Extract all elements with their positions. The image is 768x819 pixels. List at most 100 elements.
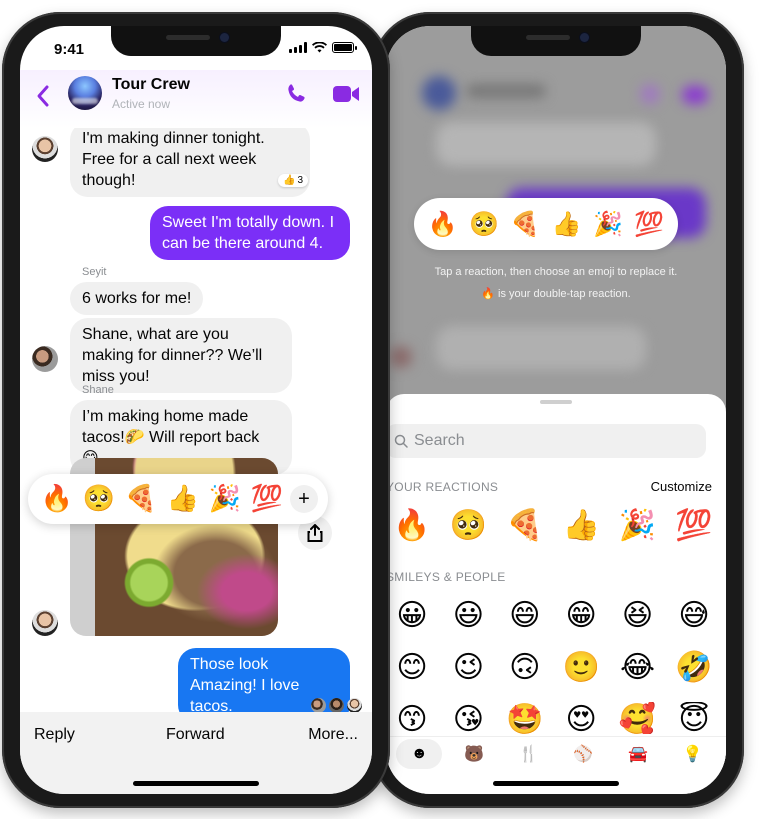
- chat-header: Tour Crew Active now: [20, 70, 372, 128]
- category-travel-icon[interactable]: 🚘: [615, 739, 661, 769]
- message-incoming[interactable]: I'm making dinner tonight. Free for a ca…: [70, 128, 310, 197]
- notch: [111, 26, 281, 56]
- thumbs-up-icon: 👍: [283, 175, 296, 186]
- reaction-hundred[interactable]: 💯: [246, 484, 288, 514]
- phone-icon[interactable]: [284, 82, 308, 106]
- emoji-cell[interactable]: 😊: [390, 650, 434, 685]
- more-reactions-button[interactable]: +: [290, 485, 318, 513]
- emoji-search-field[interactable]: [386, 424, 706, 458]
- reaction-pleading[interactable]: 🥺: [78, 484, 120, 514]
- emoji-cell[interactable]: 🎉: [616, 508, 660, 543]
- avatar[interactable]: [32, 610, 58, 636]
- phone-left-chat: 9:41 Tour Crew Active now I'm making din…: [2, 12, 390, 808]
- notch: [471, 26, 641, 56]
- emoji-cell[interactable]: 👍: [559, 508, 603, 543]
- emoji-cell[interactable]: 🙃: [503, 650, 547, 685]
- message-incoming[interactable]: 6 works for me!: [70, 282, 204, 315]
- emoji-cell[interactable]: 😘: [446, 702, 490, 734]
- blurred-avatar: [390, 346, 412, 368]
- emoji-cell[interactable]: 😂: [616, 650, 660, 685]
- reply-button[interactable]: Reply: [34, 726, 75, 744]
- emoji-sheet: YOUR REACTIONS Customize 🔥 🥺 🍕 👍 🎉 💯 SMI…: [386, 394, 726, 794]
- customize-button[interactable]: Customize: [651, 479, 712, 494]
- emoji-picker-screen: 🔥 🥺 🍕 👍 🎉 💯 Tap a reaction, then choose …: [386, 26, 726, 794]
- smileys-label: SMILEYS & PEOPLE: [386, 570, 506, 584]
- emoji-cell[interactable]: 😅: [672, 598, 716, 633]
- avatar[interactable]: [32, 346, 58, 372]
- sender-name: Seyit: [82, 266, 107, 278]
- reaction-slot-party[interactable]: 🎉: [593, 210, 623, 239]
- active-status: Active now: [112, 97, 171, 111]
- reaction-slot-pleading[interactable]: 🥺: [469, 210, 499, 239]
- read-receipts: [311, 698, 362, 713]
- emoji-cell[interactable]: 🥺: [446, 508, 490, 543]
- smileys-row: 😀 😃 😄 😁 😆 😅: [390, 598, 716, 633]
- back-icon[interactable]: [34, 84, 52, 108]
- blurred-avatar: [422, 76, 456, 110]
- reaction-slot-thumbs-up[interactable]: 👍: [552, 210, 582, 239]
- emoji-cell[interactable]: 🤩: [503, 702, 547, 734]
- avatar: [311, 698, 326, 713]
- more-button[interactable]: More...: [308, 726, 358, 744]
- emoji-cell[interactable]: 😇: [672, 702, 716, 734]
- forward-button[interactable]: Forward: [166, 726, 225, 744]
- reaction-party[interactable]: 🎉: [204, 484, 246, 514]
- smileys-row: 😙 😘 🤩 😍 🥰 😇: [390, 702, 716, 734]
- your-reactions-label: YOUR REACTIONS: [386, 480, 499, 494]
- wifi-icon: [312, 42, 327, 53]
- emoji-cell[interactable]: 💯: [672, 508, 716, 543]
- reaction-slot-pizza[interactable]: 🍕: [510, 210, 540, 239]
- emoji-cell[interactable]: 🥰: [616, 702, 660, 734]
- emoji-cell[interactable]: 😉: [446, 650, 490, 685]
- reaction-slot-hundred[interactable]: 💯: [634, 210, 664, 239]
- reaction-pizza[interactable]: 🍕: [120, 484, 162, 514]
- reaction-picker: 🔥 🥺 🍕 👍 🎉 💯: [414, 198, 678, 250]
- home-indicator: [133, 781, 259, 786]
- blurred-phone: [640, 84, 660, 104]
- emoji-cell[interactable]: 😃: [446, 598, 490, 633]
- battery-icon: [332, 42, 357, 53]
- reaction-slot-fire[interactable]: 🔥: [428, 210, 458, 239]
- message-list: I'm making dinner tonight. Free for a ca…: [20, 128, 372, 712]
- message-incoming[interactable]: Shane, what are you making for dinner?? …: [70, 318, 292, 393]
- category-activity-icon[interactable]: ⚾: [560, 739, 606, 769]
- video-icon[interactable]: [332, 84, 360, 104]
- reaction-badge[interactable]: 👍 3: [278, 174, 309, 187]
- emoji-cell[interactable]: 🤣: [672, 650, 716, 685]
- sheet-grabber[interactable]: [540, 400, 572, 404]
- emoji-cell[interactable]: 😁: [559, 598, 603, 633]
- category-objects-icon[interactable]: 💡: [670, 739, 716, 769]
- category-animals-icon[interactable]: 🐻: [451, 739, 497, 769]
- blurred-title: [466, 84, 546, 98]
- emoji-cell[interactable]: 😄: [503, 598, 547, 633]
- emoji-cell[interactable]: 🔥: [390, 508, 434, 543]
- search-icon: [394, 434, 408, 448]
- status-time: 9:41: [54, 41, 85, 58]
- avatar[interactable]: [32, 136, 58, 162]
- avatar: [347, 698, 362, 713]
- group-avatar[interactable]: [68, 76, 102, 110]
- reaction-count: 3: [297, 175, 304, 186]
- blurred-message: [436, 326, 646, 370]
- signal-icon: [289, 42, 307, 53]
- emoji-search-input[interactable]: [414, 432, 674, 450]
- double-tap-hint: 🔥 is your double-tap reaction.: [481, 288, 631, 300]
- category-smileys-icon[interactable]: ☻: [396, 738, 443, 769]
- your-reactions-row: 🔥 🥺 🍕 👍 🎉 💯: [390, 508, 716, 543]
- chat-screen: 9:41 Tour Crew Active now I'm making din…: [20, 26, 372, 794]
- fire-icon: 🔥: [481, 288, 495, 300]
- reaction-thumbs-up[interactable]: 👍: [162, 484, 204, 514]
- category-food-icon[interactable]: 🍴: [506, 739, 552, 769]
- emoji-cell[interactable]: 😆: [616, 598, 660, 633]
- emoji-cell[interactable]: 😙: [390, 702, 434, 734]
- emoji-cell[interactable]: 😀: [390, 598, 434, 633]
- emoji-cell[interactable]: 😍: [559, 702, 603, 734]
- emoji-cell[interactable]: 🍕: [503, 508, 547, 543]
- chat-title[interactable]: Tour Crew: [112, 76, 190, 94]
- blurred-video: [682, 86, 708, 104]
- hint-text: Tap a reaction, then choose an emoji to …: [434, 266, 678, 278]
- emoji-cell[interactable]: 🙂: [559, 650, 603, 685]
- message-action-bar: Reply Forward More...: [20, 712, 372, 794]
- reaction-fire[interactable]: 🔥: [36, 484, 78, 514]
- message-outgoing[interactable]: Sweet I'm totally down. I can be there a…: [150, 206, 350, 260]
